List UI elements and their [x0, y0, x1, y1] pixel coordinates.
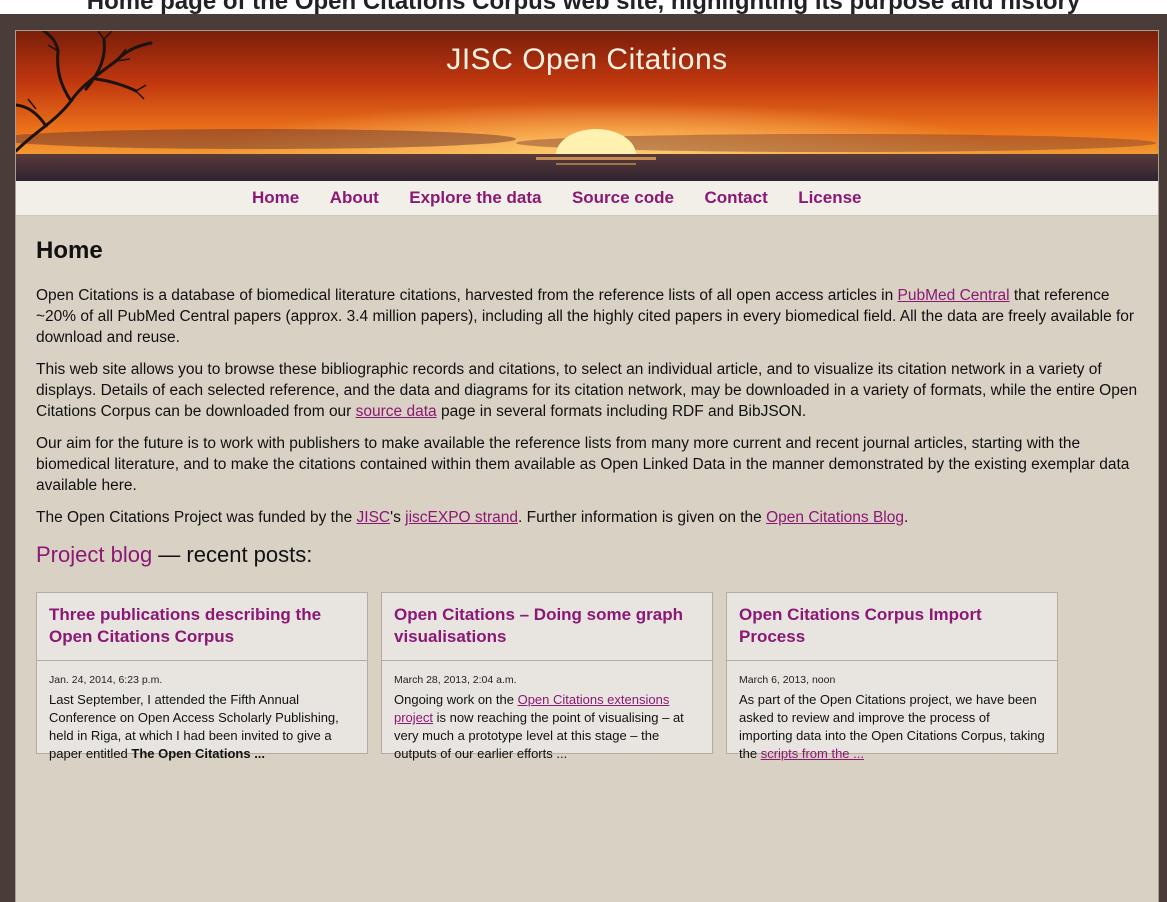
- blog-post-excerpt-tail: is now reaching the point of visualising…: [394, 710, 684, 761]
- nav-link-contact[interactable]: Contact: [704, 188, 767, 207]
- nav-link-explore[interactable]: Explore the data: [409, 188, 541, 207]
- blog-post-date: March 6, 2013, noon: [739, 674, 836, 686]
- nav-item-contact[interactable]: Contact: [704, 188, 767, 208]
- blog-post-body: March 28, 2013, 2:04 a.m. Ongoing work o…: [382, 661, 712, 763]
- blog-post-title[interactable]: Open Citations Corpus Import Process: [727, 593, 1057, 661]
- nav-item-source-code[interactable]: Source code: [572, 188, 674, 208]
- page-title: Home: [36, 237, 103, 264]
- funding-text-a: The Open Citations Project was funded by…: [36, 509, 357, 526]
- blog-post-date: March 28, 2013, 2:04 a.m.: [394, 674, 517, 686]
- header-banner: JISC Open Citations: [16, 31, 1158, 181]
- nav-item-explore[interactable]: Explore the data: [409, 188, 541, 208]
- nav-link-license[interactable]: License: [798, 188, 861, 207]
- blog-post-title[interactable]: Three publications describing the Open C…: [37, 593, 367, 661]
- intro-paragraph: Open Citations is a database of biomedic…: [36, 285, 1141, 348]
- blog-post-bold-excerpt: The Open Citations ...: [131, 746, 266, 761]
- blog-post-card: Open Citations – Doing some graph visual…: [381, 592, 713, 761]
- open-citations-blog-link[interactable]: Open Citations Blog: [766, 509, 904, 526]
- blog-post-card: Open Citations Corpus Import Process Mar…: [726, 592, 1058, 761]
- nav-item-home[interactable]: Home: [252, 188, 299, 208]
- blog-post-body: March 6, 2013, noon As part of the Open …: [727, 661, 1057, 763]
- nav-item-about[interactable]: About: [330, 188, 379, 208]
- site-title: JISC Open Citations: [446, 43, 728, 76]
- browse-paragraph: This web site allows you to browse these…: [36, 359, 1141, 422]
- cropped-caption-strip: Home page of the Open Citations Corpus w…: [0, 0, 1167, 14]
- blog-post-excerpt: Ongoing work on the: [394, 692, 518, 707]
- jisc-link[interactable]: JISC: [357, 509, 391, 526]
- blog-heading-suffix: — recent posts:: [152, 542, 313, 567]
- main-content: Home Open Citations is a database of bio…: [36, 237, 1146, 762]
- cropped-caption: Home page of the Open Citations Corpus w…: [86, 0, 1081, 14]
- site-frame: JISC Open Citations Home About Explore t…: [15, 30, 1159, 902]
- funding-text-b: 's: [390, 509, 406, 526]
- intro-text-a: Open Citations is a database of biomedic…: [36, 287, 898, 304]
- browse-text-b: page in several formats including RDF an…: [436, 403, 807, 420]
- main-nav: Home About Explore the data Source code …: [16, 181, 1158, 216]
- nav-link-source-code[interactable]: Source code: [572, 188, 674, 207]
- pubmed-central-link[interactable]: PubMed Central: [898, 287, 1010, 304]
- blog-post-card: Three publications describing the Open C…: [36, 592, 368, 761]
- nav-link-home[interactable]: Home: [252, 188, 299, 207]
- jiscexpo-link[interactable]: jiscEXPO strand: [405, 509, 518, 526]
- blog-heading: Project blog — recent posts:: [36, 542, 1146, 568]
- blog-post-date: Jan. 24, 2014, 6:23 p.m.: [49, 674, 163, 686]
- nav-link-about[interactable]: About: [330, 188, 379, 207]
- funding-paragraph: The Open Citations Project was funded by…: [36, 507, 1141, 528]
- nav-item-license[interactable]: License: [798, 188, 861, 208]
- funding-text-c: . Further information is given on the: [517, 509, 767, 526]
- blog-post-title[interactable]: Open Citations – Doing some graph visual…: [382, 593, 712, 661]
- source-data-link[interactable]: source data: [356, 403, 437, 420]
- blog-post-excerpt-link[interactable]: scripts from the ...: [761, 746, 864, 761]
- project-blog-link[interactable]: Project blog: [36, 542, 152, 567]
- blog-post-body: Jan. 24, 2014, 6:23 p.m. Last September,…: [37, 661, 367, 763]
- page: Home page of the Open Citations Corpus w…: [0, 0, 1167, 902]
- funding-text-d: .: [903, 509, 909, 526]
- blog-posts: Three publications describing the Open C…: [36, 592, 1146, 762]
- aim-paragraph: Our aim for the future is to work with p…: [36, 435, 1130, 494]
